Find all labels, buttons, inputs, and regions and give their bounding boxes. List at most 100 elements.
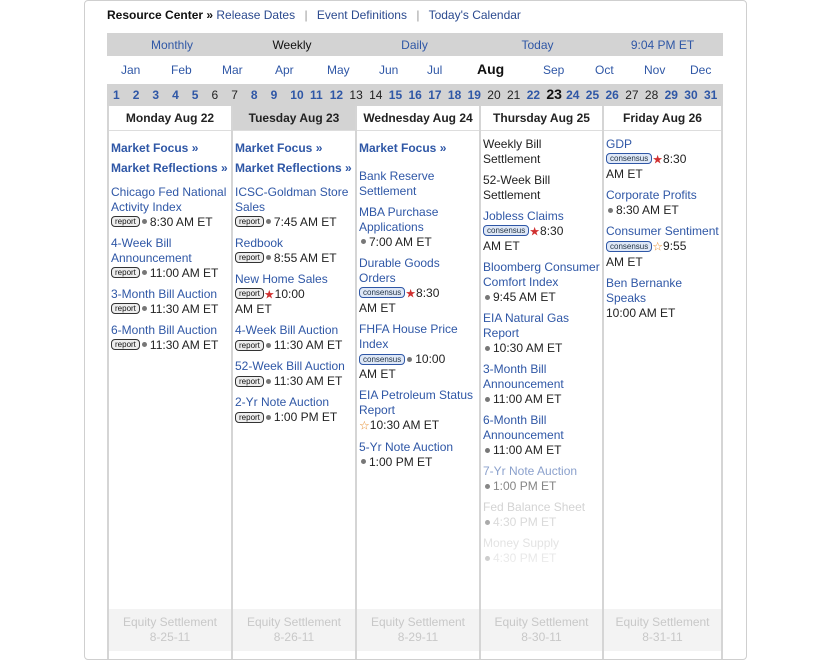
day-3[interactable]: 3 [152, 88, 159, 102]
event-link[interactable]: MBA Purchase Applications [359, 205, 479, 235]
event-link[interactable]: 6-Month Bill Auction [111, 323, 231, 338]
month-jan[interactable]: Jan [121, 63, 140, 77]
month-may[interactable]: May [327, 63, 350, 77]
report-badge[interactable]: report [111, 216, 140, 228]
report-badge[interactable]: report [235, 252, 264, 264]
event-link[interactable]: EIA Petroleum Status Report [359, 388, 479, 418]
consensus-badge[interactable]: consensus [359, 287, 406, 299]
day-1[interactable]: 1 [113, 88, 120, 102]
event-link[interactable]: 3-Month Bill Announcement [483, 362, 602, 392]
month-jun[interactable]: Jun [379, 63, 398, 77]
event-link[interactable]: Fed Balance Sheet [483, 500, 602, 515]
event-link[interactable]: Corporate Profits [606, 188, 721, 203]
event-link[interactable]: Consumer Sentiment [606, 224, 721, 239]
day-27[interactable]: 27 [625, 88, 638, 102]
todays-calendar-link[interactable]: Today's Calendar [429, 8, 521, 22]
day-29[interactable]: 29 [665, 88, 678, 102]
event-link[interactable]: 4-Week Bill Announcement [111, 236, 231, 266]
day-15[interactable]: 15 [389, 88, 402, 102]
market-reflections-link[interactable]: Market Reflections » [111, 161, 231, 175]
market-focus-link[interactable]: Market Focus » [359, 141, 479, 155]
month-dec[interactable]: Dec [690, 63, 711, 77]
event-link[interactable]: 2-Yr Note Auction [235, 395, 355, 410]
month-mar[interactable]: Mar [222, 63, 243, 77]
report-badge[interactable]: report [235, 375, 264, 387]
market-focus-link[interactable]: Market Focus » [111, 141, 231, 155]
event-link[interactable]: Ben Bernanke Speaks [606, 276, 721, 306]
event-link[interactable]: Redbook [235, 236, 355, 251]
event-link[interactable]: ICSC-Goldman Store Sales [235, 185, 355, 215]
consensus-badge[interactable]: consensus [483, 225, 530, 237]
today-link[interactable]: Today [515, 38, 560, 52]
day-6[interactable]: 6 [212, 88, 219, 102]
day-column-header[interactable]: Friday Aug 26 [604, 106, 721, 131]
event-link[interactable]: 6-Month Bill Announcement [483, 413, 602, 443]
consensus-badge[interactable]: consensus [606, 240, 653, 252]
day-2[interactable]: 2 [133, 88, 140, 102]
day-22[interactable]: 22 [527, 88, 540, 102]
consensus-badge[interactable]: consensus [606, 153, 653, 165]
event-link[interactable]: Jobless Claims [483, 209, 602, 224]
day-17[interactable]: 17 [428, 88, 441, 102]
day-10[interactable]: 10 [290, 88, 303, 102]
day-31[interactable]: 31 [704, 88, 717, 102]
day-16[interactable]: 16 [409, 88, 422, 102]
event-link[interactable]: 5-Yr Note Auction [359, 440, 479, 455]
day-30[interactable]: 30 [684, 88, 697, 102]
event-link[interactable]: New Home Sales [235, 272, 355, 287]
month-nov[interactable]: Nov [644, 63, 665, 77]
report-badge[interactable]: report [235, 339, 264, 351]
day-9[interactable]: 9 [271, 88, 278, 102]
daily-view-link[interactable]: Daily [392, 38, 437, 52]
month-sep[interactable]: Sep [543, 63, 564, 77]
event-link[interactable]: 7-Yr Note Auction [483, 464, 602, 479]
event-definitions-link[interactable]: Event Definitions [317, 8, 407, 22]
day-8[interactable]: 8 [251, 88, 258, 102]
event-link[interactable]: 52-Week Bill Auction [235, 359, 355, 374]
day-24[interactable]: 24 [566, 88, 579, 102]
market-reflections-link[interactable]: Market Reflections » [235, 161, 355, 175]
event-link[interactable]: Chicago Fed National Activity Index [111, 185, 231, 215]
report-badge[interactable]: report [111, 339, 140, 351]
day-14[interactable]: 14 [369, 88, 382, 102]
day-19[interactable]: 19 [468, 88, 481, 102]
day-11[interactable]: 11 [310, 88, 323, 102]
report-badge[interactable]: report [111, 267, 140, 279]
month-feb[interactable]: Feb [171, 63, 192, 77]
month-apr[interactable]: Apr [275, 63, 294, 77]
day-28[interactable]: 28 [645, 88, 658, 102]
monthly-view-link[interactable]: Monthly [147, 38, 197, 52]
day-5[interactable]: 5 [192, 88, 199, 102]
release-dates-link[interactable]: Release Dates [216, 8, 295, 22]
event-link[interactable]: Bank Reserve Settlement [359, 169, 479, 199]
report-badge[interactable]: report [235, 216, 264, 228]
report-badge[interactable]: report [235, 411, 264, 423]
report-badge[interactable]: report [235, 288, 264, 300]
event-link[interactable]: Bloomberg Consumer Comfort Index [483, 260, 602, 290]
day-12[interactable]: 12 [330, 88, 343, 102]
day-4[interactable]: 4 [172, 88, 179, 102]
event-link[interactable]: Money Supply [483, 536, 602, 551]
report-badge[interactable]: report [111, 303, 140, 315]
month-oct[interactable]: Oct [595, 63, 614, 77]
event-link[interactable]: GDP [606, 137, 721, 152]
day-column-header[interactable]: Tuesday Aug 23 [233, 106, 355, 131]
event-link[interactable]: 4-Week Bill Auction [235, 323, 355, 338]
day-18[interactable]: 18 [448, 88, 461, 102]
event-link[interactable]: EIA Natural Gas Report [483, 311, 602, 341]
day-column-header[interactable]: Monday Aug 22 [109, 106, 231, 131]
day-25[interactable]: 25 [586, 88, 599, 102]
day-21[interactable]: 21 [507, 88, 520, 102]
day-column-header[interactable]: Thursday Aug 25 [481, 106, 602, 131]
event-link[interactable]: 3-Month Bill Auction [111, 287, 231, 302]
consensus-badge[interactable]: consensus [359, 353, 406, 365]
day-7[interactable]: 7 [231, 88, 238, 102]
month-jul[interactable]: Jul [427, 63, 442, 77]
day-13[interactable]: 13 [349, 88, 362, 102]
event-link[interactable]: Durable Goods Orders [359, 256, 479, 286]
event-link[interactable]: FHFA House Price Index [359, 322, 479, 352]
market-focus-link[interactable]: Market Focus » [235, 141, 355, 155]
day-column-header[interactable]: Wednesday Aug 24 [357, 106, 479, 131]
day-26[interactable]: 26 [606, 88, 619, 102]
day-20[interactable]: 20 [487, 88, 500, 102]
